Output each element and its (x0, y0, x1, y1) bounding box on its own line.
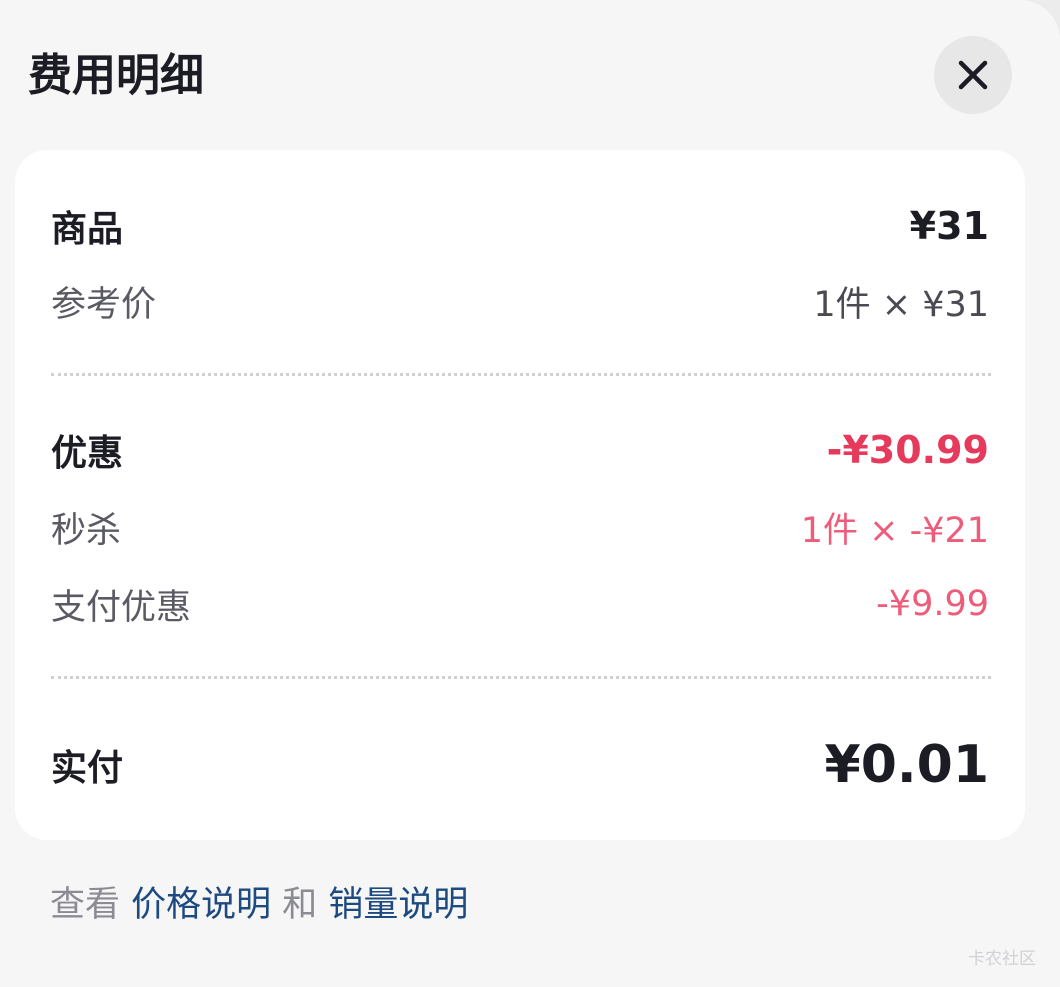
reference-price-value: 1件 × ¥31 (813, 284, 989, 325)
close-icon (958, 60, 988, 90)
sales-explanation-link[interactable]: 销量说明 (328, 885, 468, 925)
fee-card: 商品 ¥31 参考价 1件 × ¥31 优惠 -¥30.99 秒杀 1件 × -… (15, 150, 1025, 840)
divider (51, 676, 991, 679)
flash-sale-label: 秒杀 (51, 510, 122, 551)
total-label: 实付 (51, 748, 124, 789)
flash-sale-value: 1件 × -¥21 (800, 510, 989, 551)
footer-joiner: 和 (271, 885, 329, 925)
reference-price-row: 参考价 1件 × ¥31 (51, 276, 989, 326)
total-row: 实付 ¥0.01 (51, 735, 989, 795)
payment-discount-label: 支付优惠 (51, 587, 192, 628)
price-explanation-link[interactable]: 价格说明 (131, 885, 271, 925)
goods-label: 商品 (51, 209, 124, 250)
footer-links: 查看 价格说明 和 销量说明 (50, 880, 468, 930)
discount-label: 优惠 (51, 433, 124, 474)
fee-detail-sheet: 费用明细 商品 ¥31 参考价 1件 × ¥31 优惠 -¥30.99 秒杀 1… (0, 0, 1060, 987)
divider (51, 373, 991, 376)
goods-row: 商品 ¥31 (51, 201, 989, 251)
flash-sale-row: 秒杀 1件 × -¥21 (51, 502, 989, 552)
total-amount: ¥0.01 (824, 735, 989, 795)
goods-amount: ¥31 (909, 204, 989, 248)
discount-amount: -¥30.99 (826, 428, 989, 472)
footer-prefix: 查看 (50, 885, 132, 925)
discount-row: 优惠 -¥30.99 (51, 425, 989, 475)
payment-discount-value: -¥9.99 (876, 584, 989, 624)
watermark: 卡农社区 (968, 949, 1036, 969)
page-title: 费用明细 (28, 50, 204, 101)
reference-price-label: 参考价 (51, 284, 157, 325)
payment-discount-row: 支付优惠 -¥9.99 (51, 579, 989, 629)
close-button[interactable] (934, 36, 1012, 114)
